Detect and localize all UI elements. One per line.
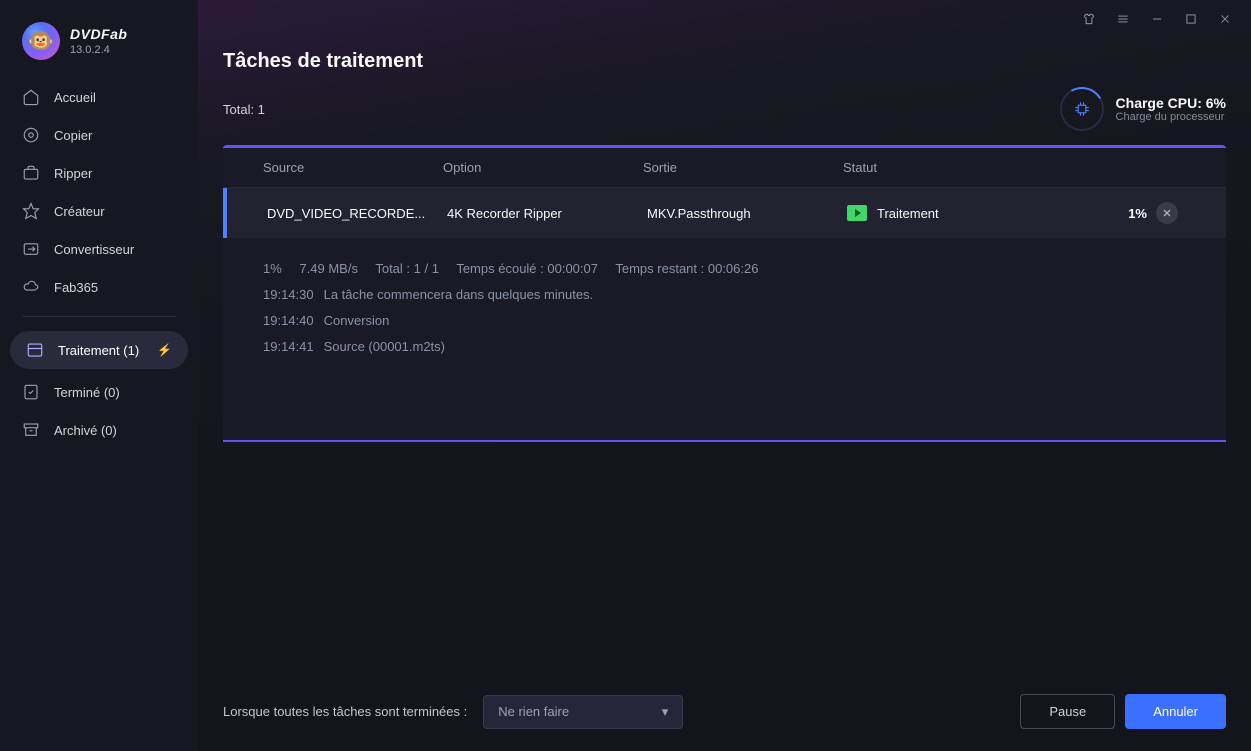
log-msg: La tâche commencera dans quelques minute… bbox=[324, 282, 594, 308]
sidebar-item-label: Terminé (0) bbox=[54, 385, 120, 400]
table-header: Source Option Sortie Statut bbox=[223, 147, 1226, 188]
page-title: Tâches de traitement bbox=[223, 50, 1226, 73]
home-icon bbox=[22, 88, 40, 106]
lightning-icon: ⚡ bbox=[157, 343, 172, 357]
sidebar-item-label: Fab365 bbox=[54, 280, 98, 295]
close-window-button[interactable] bbox=[1211, 5, 1239, 33]
cell-statut: Traitement bbox=[877, 206, 939, 221]
col-sortie-header: Sortie bbox=[643, 160, 843, 175]
log-pct: 1% bbox=[263, 261, 282, 276]
cpu-sublabel: Charge du processeur bbox=[1116, 111, 1226, 123]
task-table: Source Option Sortie Statut DVD_VIDEO_RE… bbox=[223, 145, 1226, 442]
log-remaining: Temps restant : 00:06:26 bbox=[615, 261, 758, 276]
sidebar-item-label: Archivé (0) bbox=[54, 423, 117, 438]
cpu-icon bbox=[1060, 87, 1104, 131]
remove-task-button[interactable] bbox=[1156, 202, 1178, 224]
sidebar-item-label: Copier bbox=[54, 128, 92, 143]
archive-icon bbox=[22, 421, 40, 439]
log-time: 19:14:41 bbox=[263, 334, 314, 360]
app-version: 13.0.2.4 bbox=[70, 44, 127, 56]
sidebar-item-termine[interactable]: Terminé (0) bbox=[0, 373, 198, 411]
shirt-icon[interactable] bbox=[1075, 5, 1103, 33]
sidebar-item-copier[interactable]: Copier bbox=[0, 116, 198, 154]
sidebar-item-label: Convertisseur bbox=[54, 242, 134, 257]
log-total: Total : 1 / 1 bbox=[375, 261, 439, 276]
sidebar-item-label: Ripper bbox=[54, 166, 92, 181]
sidebar-item-label: Créateur bbox=[54, 204, 105, 219]
log-speed: 7.49 MB/s bbox=[299, 261, 358, 276]
log-time: 19:14:30 bbox=[263, 282, 314, 308]
cell-percent: 1% bbox=[1067, 206, 1147, 221]
minimize-button[interactable] bbox=[1143, 5, 1171, 33]
after-tasks-label: Lorsque toutes les tâches sont terminées… bbox=[223, 704, 467, 719]
divider bbox=[22, 316, 176, 317]
titlebar bbox=[198, 0, 1251, 38]
cpu-load-box: Charge CPU: 6% Charge du processeur bbox=[1060, 87, 1226, 131]
menu-icon[interactable] bbox=[1109, 5, 1137, 33]
log-area: 1% 7.49 MB/s Total : 1 / 1 Temps écoulé … bbox=[223, 238, 1226, 440]
footer: Lorsque toutes les tâches sont terminées… bbox=[198, 676, 1251, 751]
after-tasks-select[interactable]: Ne rien faire ▾ bbox=[483, 695, 683, 729]
sidebar-item-label: Traitement (1) bbox=[58, 343, 139, 358]
sidebar-item-archive[interactable]: Archivé (0) bbox=[0, 411, 198, 449]
log-stats: 1% 7.49 MB/s Total : 1 / 1 Temps écoulé … bbox=[263, 256, 1186, 282]
total-count: Total: 1 bbox=[223, 102, 265, 117]
play-icon bbox=[847, 205, 867, 221]
logo-area: 🐵 DVDFab 13.0.2.4 bbox=[0, 18, 198, 78]
cancel-button[interactable]: Annuler bbox=[1125, 694, 1226, 729]
app-logo-icon: 🐵 bbox=[22, 22, 60, 60]
log-line: 19:14:30 La tâche commencera dans quelqu… bbox=[263, 282, 1186, 308]
sidebar-item-ripper[interactable]: Ripper bbox=[0, 154, 198, 192]
sidebar-item-accueil[interactable]: Accueil bbox=[0, 78, 198, 116]
log-elapsed: Temps écoulé : 00:00:07 bbox=[456, 261, 598, 276]
sidebar-item-traitement[interactable]: Traitement (1) ⚡ bbox=[10, 331, 188, 369]
sidebar: 🐵 DVDFab 13.0.2.4 Accueil Copier Ripper … bbox=[0, 0, 198, 751]
cell-sortie: MKV.Passthrough bbox=[647, 206, 847, 221]
app-name: DVDFab bbox=[70, 26, 127, 42]
convert-icon bbox=[22, 240, 40, 258]
col-option-header: Option bbox=[443, 160, 643, 175]
chevron-down-icon: ▾ bbox=[662, 704, 669, 720]
sidebar-item-fab365[interactable]: Fab365 bbox=[0, 268, 198, 306]
col-statut-header: Statut bbox=[843, 160, 1063, 175]
log-time: 19:14:40 bbox=[263, 308, 314, 334]
pause-button[interactable]: Pause bbox=[1020, 694, 1115, 729]
log-msg: Conversion bbox=[324, 308, 390, 334]
col-source-header: Source bbox=[263, 160, 443, 175]
briefcase-icon bbox=[22, 164, 40, 182]
disc-icon bbox=[22, 126, 40, 144]
cloud-icon bbox=[22, 278, 40, 296]
star-icon bbox=[22, 202, 40, 220]
sidebar-item-label: Accueil bbox=[54, 90, 96, 105]
select-value: Ne rien faire bbox=[498, 704, 569, 719]
maximize-button[interactable] bbox=[1177, 5, 1205, 33]
table-row[interactable]: DVD_VIDEO_RECORDE... 4K Recorder Ripper … bbox=[223, 188, 1226, 238]
tasks-icon bbox=[26, 341, 44, 359]
check-icon bbox=[22, 383, 40, 401]
log-msg: Source (00001.m2ts) bbox=[324, 334, 445, 360]
sidebar-item-convertisseur[interactable]: Convertisseur bbox=[0, 230, 198, 268]
sidebar-item-createur[interactable]: Créateur bbox=[0, 192, 198, 230]
log-line: 19:14:41 Source (00001.m2ts) bbox=[263, 334, 1186, 360]
cell-option: 4K Recorder Ripper bbox=[447, 206, 647, 221]
main-content: Tâches de traitement Total: 1 Charge CPU… bbox=[198, 0, 1251, 751]
cell-source: DVD_VIDEO_RECORDE... bbox=[267, 206, 447, 221]
log-line: 19:14:40 Conversion bbox=[263, 308, 1186, 334]
cpu-label: Charge CPU: 6% bbox=[1116, 95, 1226, 111]
